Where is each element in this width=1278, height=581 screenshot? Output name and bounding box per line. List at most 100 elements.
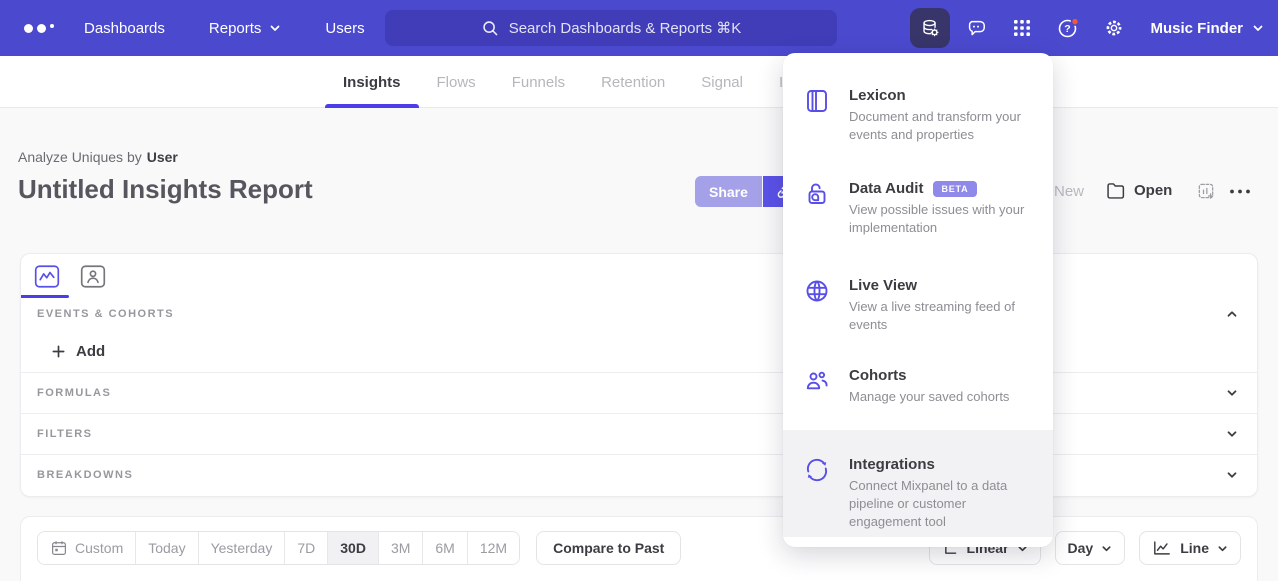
chart-tab-icon [34,265,60,288]
chevron-down-icon [1252,22,1264,34]
line-chart-icon [1152,539,1172,557]
feedback-button[interactable] [956,8,996,48]
open-report-button[interactable]: Open [1105,180,1172,201]
three-dots-icon [1228,187,1252,196]
menu-item-desc: Manage your saved cohorts [849,388,1009,406]
section-events-cohorts[interactable]: EVENTS & COHORTS [21,298,1257,330]
report-tabbar: Insights Flows Funnels Retention Signal … [0,56,1278,108]
chart-type-label: Line [1180,540,1209,556]
open-label: Open [1134,182,1172,199]
chevron-down-icon [1101,543,1112,554]
date-range-yesterday[interactable]: Yesterday [199,532,286,564]
interval-select[interactable]: Day [1055,531,1126,565]
top-navigation-bar: Dashboards Reports Users Search Dashboar… [0,0,1278,56]
menu-item-title: Data Audit [849,180,923,197]
plus-icon [51,344,66,359]
chat-smiley-icon [965,17,987,39]
chart-type-select[interactable]: Line [1139,531,1241,565]
section-formulas[interactable]: FORMULAS [21,372,1257,413]
menu-item-lexicon[interactable]: Lexicon Document and transform your even… [783,77,1053,170]
menu-item-desc: Connect Mixpanel to a data pipeline or c… [849,477,1027,532]
chevron-down-icon [269,22,281,34]
tab-funnels[interactable]: Funnels [494,56,583,108]
date-range-today[interactable]: Today [136,532,198,564]
nav-users[interactable]: Users [325,20,364,37]
section-filters[interactable]: FILTERS [21,413,1257,454]
apps-grid-button[interactable] [1002,8,1042,48]
sync-arrows-icon [803,456,831,489]
settings-button[interactable] [1094,8,1134,48]
mixpanel-insights-screen: Dashboards Reports Users Search Dashboar… [0,0,1278,581]
audit-lock-icon [803,180,831,213]
menu-item-data-audit[interactable]: Data Audit BETA View possible issues wit… [783,170,1053,267]
breadcrumb: Analyze Uniques byUser [18,149,178,165]
calendar-icon [50,539,68,557]
date-range-custom[interactable]: Custom [38,532,136,564]
notification-dot [1072,18,1079,25]
section-label: EVENTS & COHORTS [37,308,174,320]
new-report-button[interactable]: New [1054,183,1084,200]
menu-item-title: Cohorts [849,367,907,384]
menu-item-desc: View possible issues with your implement… [849,201,1027,237]
board-add-icon [1196,181,1216,201]
database-gear-icon [919,17,941,39]
page-title[interactable]: Untitled Insights Report [18,174,313,205]
globe-icon [803,277,831,310]
section-label: FILTERS [37,428,93,440]
data-management-menu: Lexicon Document and transform your even… [783,53,1053,547]
chevron-down-icon[interactable] [1225,386,1239,400]
share-button[interactable]: Share [695,176,762,207]
date-range-3m[interactable]: 3M [379,532,423,564]
cohorts-people-icon [803,367,831,400]
date-range-7d[interactable]: 7D [285,532,328,564]
nav-dashboards[interactable]: Dashboards [84,20,165,37]
gear-icon [1103,17,1125,39]
profiles-view-tab[interactable] [77,262,109,290]
overflow-menu-button[interactable] [1228,184,1252,199]
nav-reports[interactable]: Reports [209,20,282,37]
tab-signal[interactable]: Signal [683,56,761,108]
svg-text:?: ? [1065,23,1071,35]
query-builder-card: EVENTS & COHORTS Add FORMULAS FILTERS BR… [20,253,1258,497]
apps-grid-icon [1012,18,1032,38]
menu-item-desc: Document and transform your events and p… [849,108,1027,144]
project-switcher[interactable]: Music Finder [1150,20,1264,37]
menu-item-desc: View a live streaming feed of events [849,298,1027,334]
folder-icon [1105,180,1126,201]
search-placeholder: Search Dashboards & Reports ⌘K [509,19,742,37]
breadcrumb-entity[interactable]: User [147,149,178,165]
menu-item-live-view[interactable]: Live View View a live streaming feed of … [783,267,1053,357]
mixpanel-logo-icon[interactable] [24,24,54,33]
tab-retention[interactable]: Retention [583,56,683,108]
section-label: BREAKDOWNS [37,469,133,481]
tab-flows[interactable]: Flows [419,56,494,108]
search-icon [481,19,499,37]
chevron-down-icon[interactable] [1225,468,1239,482]
chevron-up-icon[interactable] [1225,307,1239,321]
date-range-30d[interactable]: 30D [328,532,379,564]
compare-to-past-button[interactable]: Compare to Past [536,531,681,565]
menu-item-integrations[interactable]: Integrations Connect Mixpanel to a data … [783,430,1053,537]
date-range-12m[interactable]: 12M [468,532,519,564]
data-management-button[interactable] [910,8,950,48]
date-range-6m[interactable]: 6M [423,532,467,564]
beta-badge: BETA [933,181,976,197]
active-tab-underline [21,295,69,298]
primary-nav: Dashboards Reports Users [84,20,365,37]
section-label: FORMULAS [37,387,111,399]
help-button[interactable]: ? [1048,8,1088,48]
topbar-actions: ? Music Finder [910,0,1264,56]
chevron-down-icon [1217,543,1228,554]
help-question-icon: ? [1056,16,1080,40]
metrics-view-tab[interactable] [31,262,63,290]
menu-item-cohorts[interactable]: Cohorts Manage your saved cohorts [783,357,1053,430]
global-search-input[interactable]: Search Dashboards & Reports ⌘K [385,10,837,46]
chevron-down-icon[interactable] [1225,427,1239,441]
add-to-dashboard-button[interactable] [1196,181,1216,204]
book-icon [803,87,831,120]
section-breakdowns[interactable]: BREAKDOWNS [21,454,1257,495]
tab-insights[interactable]: Insights [325,56,419,108]
interval-label: Day [1068,540,1094,556]
add-label: Add [76,343,105,360]
add-event-button[interactable]: Add [21,330,1257,372]
